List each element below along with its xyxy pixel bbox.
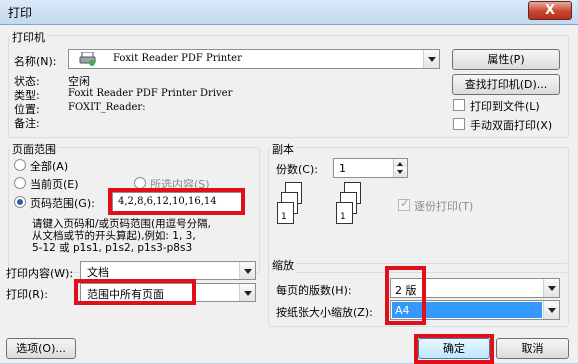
printer-group-label: 打印机 bbox=[10, 29, 47, 45]
collate-page-set2-1: 1 bbox=[336, 202, 353, 224]
scale-label: 按纸张大小缩放(Z): bbox=[276, 306, 373, 319]
printer-icon bbox=[79, 51, 97, 66]
print-dialog: 打印 X 打印机 名称(N): Foxit Reader PDF Printer… bbox=[0, 0, 578, 364]
printer-name-select[interactable]: Foxit Reader PDF Printer bbox=[68, 49, 440, 69]
zoom-highlight bbox=[385, 266, 426, 325]
zoom-group-label: 缩放 bbox=[270, 257, 296, 273]
page-range-group-label: 页面范围 bbox=[10, 141, 58, 157]
print-what-select[interactable]: 文档 bbox=[80, 261, 256, 280]
manual-duplex-checkbox[interactable] bbox=[453, 118, 465, 130]
print-what-label: 打印内容(W): bbox=[6, 267, 74, 280]
ok-button-highlight bbox=[414, 334, 494, 364]
copies-count-label: 份数(C): bbox=[276, 163, 318, 176]
copies-count-stepper[interactable]: 1 bbox=[333, 158, 408, 178]
copies-group-label: 副本 bbox=[270, 141, 296, 157]
range-all-label[interactable]: 全部(A) bbox=[30, 158, 68, 174]
window-title: 打印 bbox=[8, 6, 33, 20]
comment-label: 备注: bbox=[14, 117, 40, 130]
dialog-body: 打印机 名称(N): Foxit Reader PDF Printer 状态: … bbox=[0, 24, 578, 364]
status-value: 空闲 bbox=[68, 75, 90, 88]
range-current-label[interactable]: 当前页(E) bbox=[30, 176, 79, 192]
chevron-down-icon[interactable] bbox=[543, 301, 559, 319]
copies-count-value: 1 bbox=[339, 162, 346, 175]
close-button[interactable]: X bbox=[528, 1, 572, 20]
collate-label[interactable]: 逐份打印(T) bbox=[414, 198, 473, 214]
chevron-down-icon[interactable] bbox=[423, 50, 439, 68]
stepper-down-icon[interactable] bbox=[393, 167, 407, 177]
print-to-file-label[interactable]: 打印到文件(L) bbox=[470, 98, 540, 114]
range-hint-line3: 5-12 或 p1s1, p1s2, p1s3-p8s3 bbox=[32, 242, 193, 254]
collate-checkbox[interactable] bbox=[398, 197, 410, 211]
type-value: Foxit Reader PDF Printer Driver bbox=[68, 88, 233, 99]
find-printer-button[interactable]: 查找打印机(D)... bbox=[452, 74, 560, 95]
manual-duplex-label[interactable]: 手动双面打印(X) bbox=[470, 117, 552, 133]
chevron-down-icon[interactable] bbox=[239, 262, 255, 279]
cancel-button[interactable]: 取消 bbox=[496, 338, 569, 359]
print-label: 打印(R): bbox=[6, 288, 48, 301]
print-to-file-checkbox[interactable] bbox=[453, 99, 465, 111]
printer-name-label: 名称(N): bbox=[14, 55, 57, 68]
print-select-highlight bbox=[74, 279, 196, 305]
printer-name-value: Foxit Reader PDF Printer bbox=[113, 53, 242, 64]
chevron-down-icon[interactable] bbox=[239, 284, 255, 301]
page-range-highlight bbox=[108, 188, 245, 215]
range-pages-radio[interactable] bbox=[14, 196, 26, 208]
range-all-radio[interactable] bbox=[14, 159, 26, 171]
collate-page-set1-1: 1 bbox=[277, 202, 294, 224]
range-pages-label[interactable]: 页码范围(G): bbox=[30, 195, 95, 211]
print-what-value: 文档 bbox=[87, 266, 109, 279]
range-current-radio[interactable] bbox=[14, 177, 26, 189]
options-button[interactable]: 选项(O)... bbox=[6, 338, 76, 359]
pages-per-sheet-label: 每页的版数(H): bbox=[276, 284, 352, 297]
title-bar: 打印 X bbox=[0, 0, 578, 24]
chevron-down-icon[interactable] bbox=[543, 279, 559, 297]
location-value: FOXIT_Reader: bbox=[68, 102, 146, 113]
properties-button[interactable]: 属性(P) bbox=[452, 49, 560, 70]
